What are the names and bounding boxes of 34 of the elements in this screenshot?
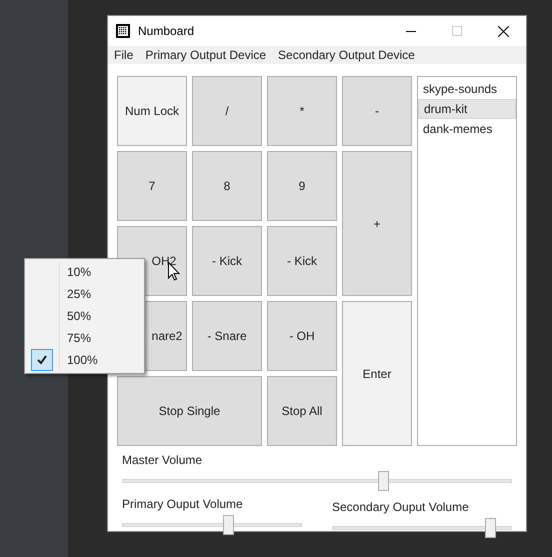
volume-slider[interactable] [332, 518, 512, 538]
pad-button[interactable]: Num Lock [117, 76, 187, 146]
pad-button[interactable]: + [342, 151, 412, 296]
menu-item[interactable]: Primary Output Device [139, 46, 272, 64]
volume-slider[interactable] [122, 471, 512, 491]
slider-thumb[interactable] [485, 518, 496, 538]
checkmark-icon [31, 349, 53, 371]
pad-button[interactable]: * [267, 76, 337, 146]
pad-button[interactable]: Stop Single [117, 376, 262, 446]
pad-button[interactable]: 9 [267, 151, 337, 221]
slider-thumb[interactable] [223, 515, 234, 535]
menu-item[interactable]: File [108, 46, 140, 64]
window-title: Numboard [138, 23, 194, 40]
slider-label: Primary Ouput Volume [122, 497, 244, 511]
pad-button[interactable]: - Kick [267, 226, 337, 296]
pad-button[interactable]: - [342, 76, 412, 146]
menu-item[interactable]: Secondary Output Device [272, 46, 421, 64]
pad-button[interactable]: Stop All [267, 376, 337, 446]
list-item[interactable]: drum-kit [418, 99, 516, 119]
slider-thumb[interactable] [378, 471, 390, 491]
close-icon [498, 26, 508, 36]
slider-label: Master Volume [122, 453, 204, 467]
pad-button[interactable]: Enter [342, 301, 412, 446]
pad-button[interactable]: - OH [267, 301, 337, 371]
list-item[interactable]: skype-sounds [418, 79, 516, 99]
pad-button[interactable]: / [192, 76, 262, 146]
slider-label: Secondary Ouput Volume [332, 500, 470, 514]
volume-slider[interactable] [122, 515, 302, 535]
pad-button[interactable]: 7 [117, 151, 187, 221]
keypad-icon [116, 24, 130, 38]
pad-button[interactable]: 8 [192, 151, 262, 221]
list-item[interactable]: dank-memes [418, 119, 516, 139]
pad-button[interactable]: - Kick [192, 226, 262, 296]
pad-button[interactable]: - Snare [192, 301, 262, 371]
